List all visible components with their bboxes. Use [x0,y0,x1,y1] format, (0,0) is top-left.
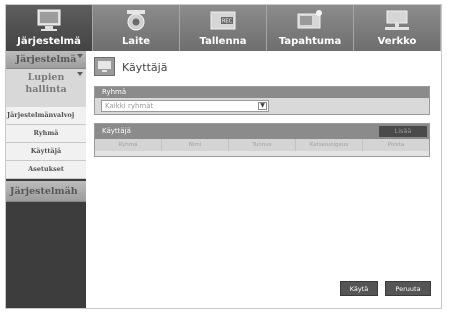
tab-device[interactable]: Laite [93,5,180,51]
column-header: Poista [387,142,405,148]
sidebar-item-user[interactable]: Käyttäjä [6,143,86,161]
user-page-icon [94,57,115,76]
app-window: Järjestelmä Laite REC Tallenna Tapahtuma… [5,4,442,309]
network-icon [385,10,409,30]
tab-event[interactable]: Tapahtuma [267,5,354,51]
monitor-icon [37,9,61,31]
sidebar-item-permissions[interactable]: Lupien hallinta [6,69,86,107]
group-select-value: Kaikki ryhmät [105,102,154,110]
column-header: Ryhmä [95,139,162,151]
page-title: Käyttäjä [122,61,168,74]
camera-icon [127,10,145,31]
monitor-icon [98,61,111,72]
sidebar-section-system[interactable]: Järjestelmä [6,51,86,69]
tab-network-label: Verkko [377,36,417,47]
event-icon [297,10,322,29]
user-table: Käyttäjä Lisää Ryhmä Nimi Tunnus Katselu… [94,123,430,157]
table-header: Ryhmä Nimi Tunnus Katseluoigeus Poista [95,139,429,151]
sidebar-section-label: Järjestelmäh [10,186,78,197]
collapse-arrow-icon [77,54,83,58]
sidebar-item-label: Järjestelmänvalvoj [7,111,75,119]
group-panel: Ryhmä Kaikki ryhmät ▼ [94,86,430,115]
tab-system-label: Järjestelmä [17,36,81,47]
sidebar-item-admin[interactable]: Järjestelmänvalvoj [6,107,86,125]
add-user-button[interactable]: Lisää [379,126,427,137]
column-header: Katseluoigeus [296,139,363,151]
cancel-button[interactable]: Peruuta [385,281,431,296]
tab-event-label: Tapahtuma [278,36,342,47]
tab-device-label: Laite [121,36,151,47]
sidebar: Järjestelmä Lupien hallinta Järjestelmän… [6,51,86,308]
expand-arrow-icon [77,72,83,76]
sidebar-item-settings[interactable]: Asetukset [6,161,86,179]
rec-icon: REC [210,11,236,30]
main-content: Käyttäjä Ryhmä Kaikki ryhmät ▼ Käyttäjä … [86,51,441,308]
sidebar-item-group[interactable]: Ryhmä [6,125,86,143]
chevron-down-icon[interactable]: ▼ [258,102,267,110]
sidebar-item-label: Ryhmä [33,129,59,137]
tab-record-label: Tallenna [199,36,247,47]
svg-text:REC: REC [222,19,233,25]
top-navigation: Järjestelmä Laite REC Tallenna Tapahtuma… [6,5,441,51]
column-header: Nimi [162,139,229,151]
group-select[interactable]: Kaikki ryhmät ▼ [101,100,269,112]
tab-record[interactable]: REC Tallenna [180,5,267,51]
tab-network[interactable]: Verkko [354,5,441,51]
sidebar-section-system-log[interactable]: Järjestelmäh [6,181,86,202]
sidebar-item-label: Lupien hallinta [25,72,67,95]
sidebar-item-label: Käyttäjä [30,147,62,155]
sidebar-item-label: Asetukset [28,165,64,173]
group-header: Ryhmä [95,87,429,98]
sidebar-section-label: Järjestelmä [15,54,77,65]
apply-button[interactable]: Käytä [340,281,378,296]
tab-system[interactable]: Järjestelmä [6,5,93,51]
column-header: Tunnus [229,139,296,151]
